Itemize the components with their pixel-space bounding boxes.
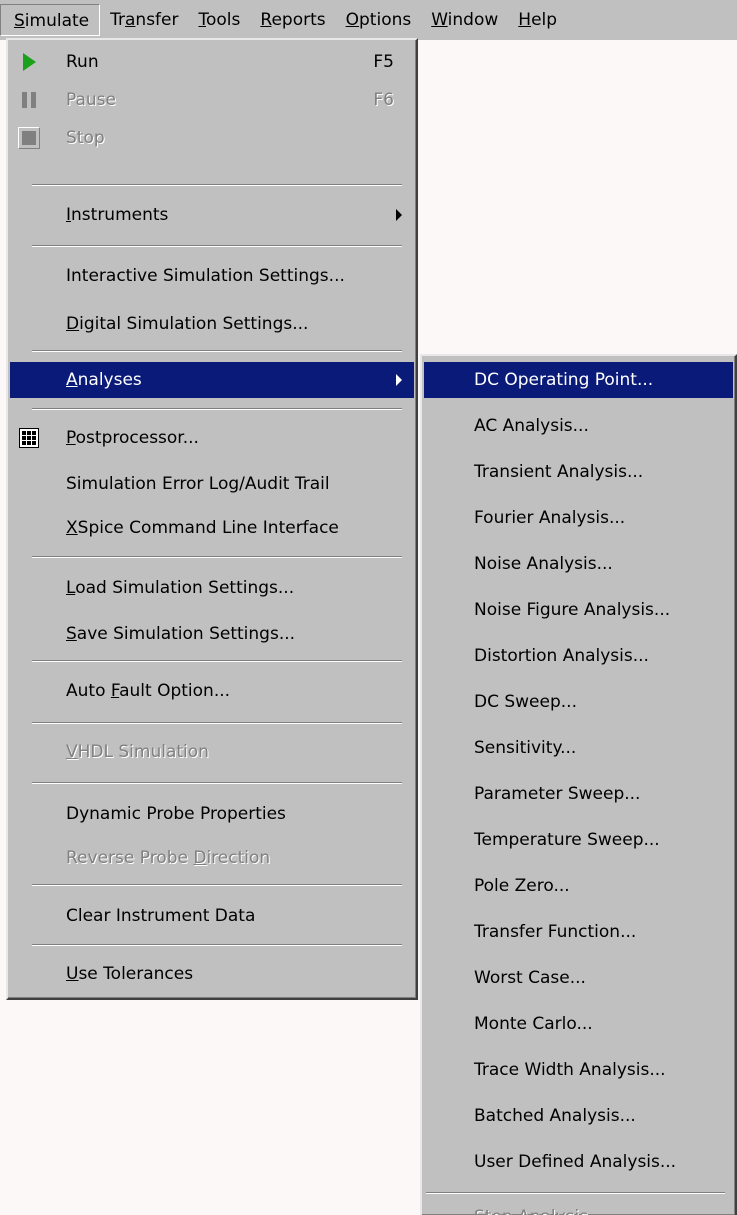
user-defined-analysis-item[interactable]: User Defined Analysis... — [424, 1144, 733, 1180]
menu-separator — [32, 944, 402, 946]
menu-separator — [32, 184, 402, 186]
stop-icon — [18, 127, 40, 149]
simulate-menu: Run F5 Pause F6 Stop Instruments Interac… — [6, 38, 418, 1000]
menu-help[interactable]: Help — [508, 4, 567, 36]
submenu-arrow-icon — [396, 374, 402, 386]
auto-fault-menu-item[interactable]: Auto Fault Option... — [10, 673, 414, 709]
pole-zero-item[interactable]: Pole Zero... — [424, 868, 733, 904]
distortion-analysis-item[interactable]: Distortion Analysis... — [424, 638, 733, 674]
reverse-probe-direction-item: Reverse Probe Direction — [66, 848, 271, 868]
monte-carlo-item[interactable]: Monte Carlo... — [424, 1006, 733, 1042]
temperature-sweep-item[interactable]: Temperature Sweep... — [424, 822, 733, 858]
digital-simulation-settings-item[interactable]: Digital Simulation Settings... — [10, 306, 414, 342]
noise-figure-analysis-item[interactable]: Noise Figure Analysis... — [424, 592, 733, 628]
menu-separator — [426, 1192, 725, 1194]
postprocessor-icon — [18, 427, 40, 449]
pause-menu-item: Pause F6 — [10, 82, 414, 118]
menu-separator — [32, 556, 402, 558]
menu-separator — [32, 782, 402, 784]
menu-separator — [32, 408, 402, 410]
xspice-menu-item[interactable]: XSpice Command Line Interface — [10, 510, 414, 546]
noise-analysis-item[interactable]: Noise Analysis... — [424, 546, 733, 582]
menu-separator — [32, 884, 402, 886]
save-settings-menu-item[interactable]: Save Simulation Settings... — [10, 616, 414, 652]
dc-operating-point-item[interactable]: DC Operating Point... — [424, 362, 733, 398]
menu-separator — [32, 660, 402, 662]
analyses-menu-item[interactable]: Analyses — [10, 362, 414, 398]
use-tolerances-menu-item[interactable]: Use Tolerances — [10, 956, 414, 992]
run-menu-item[interactable]: Run F5 — [10, 44, 414, 80]
menu-options[interactable]: Options — [336, 4, 422, 36]
analyses-submenu: DC Operating Point... AC Analysis... Tra… — [420, 354, 737, 1215]
menu-transfer[interactable]: Transfer — [100, 4, 188, 36]
trace-width-analysis-item[interactable]: Trace Width Analysis... — [424, 1052, 733, 1088]
transient-analysis-item[interactable]: Transient Analysis... — [424, 454, 733, 490]
clear-instrument-data-item[interactable]: Clear Instrument Data — [10, 898, 414, 934]
submenu-arrow-icon — [396, 209, 402, 221]
worst-case-item[interactable]: Worst Case... — [424, 960, 733, 996]
dynamic-probe-properties-item[interactable]: Dynamic Probe Properties — [10, 796, 414, 832]
stop-menu-item: Stop — [10, 120, 414, 156]
error-log-menu-item[interactable]: Simulation Error Log/Audit Trail — [10, 466, 414, 502]
ac-analysis-item[interactable]: AC Analysis... — [424, 408, 733, 444]
postprocessor-menu-item[interactable]: Postprocessor... — [10, 420, 414, 456]
dc-sweep-item[interactable]: DC Sweep... — [424, 684, 733, 720]
menu-simulate[interactable]: Simulate — [0, 4, 101, 36]
fourier-analysis-item[interactable]: Fourier Analysis... — [424, 500, 733, 536]
vhdl-simulation-menu-item: VHDL Simulation — [66, 742, 209, 762]
menu-reports[interactable]: Reports — [250, 4, 335, 36]
menu-separator — [32, 722, 402, 724]
parameter-sweep-item[interactable]: Parameter Sweep... — [424, 776, 733, 812]
transfer-function-item[interactable]: Transfer Function... — [424, 914, 733, 950]
menu-separator — [32, 350, 402, 352]
batched-analysis-item[interactable]: Batched Analysis... — [424, 1098, 733, 1134]
stop-analysis-item: Stop Analysis — [424, 1202, 733, 1215]
menu-window[interactable]: Window — [421, 4, 508, 36]
menu-separator — [32, 245, 402, 247]
interactive-simulation-settings-item[interactable]: Interactive Simulation Settings... — [10, 258, 414, 294]
load-settings-menu-item[interactable]: Load Simulation Settings... — [10, 570, 414, 606]
play-icon — [18, 51, 40, 73]
pause-icon — [18, 89, 40, 111]
instruments-menu-item[interactable]: Instruments — [10, 197, 414, 233]
sensitivity-item[interactable]: Sensitivity... — [424, 730, 733, 766]
menu-bar: Simulate Transfer Tools Reports Options … — [0, 0, 737, 40]
menu-tools[interactable]: Tools — [189, 4, 251, 36]
